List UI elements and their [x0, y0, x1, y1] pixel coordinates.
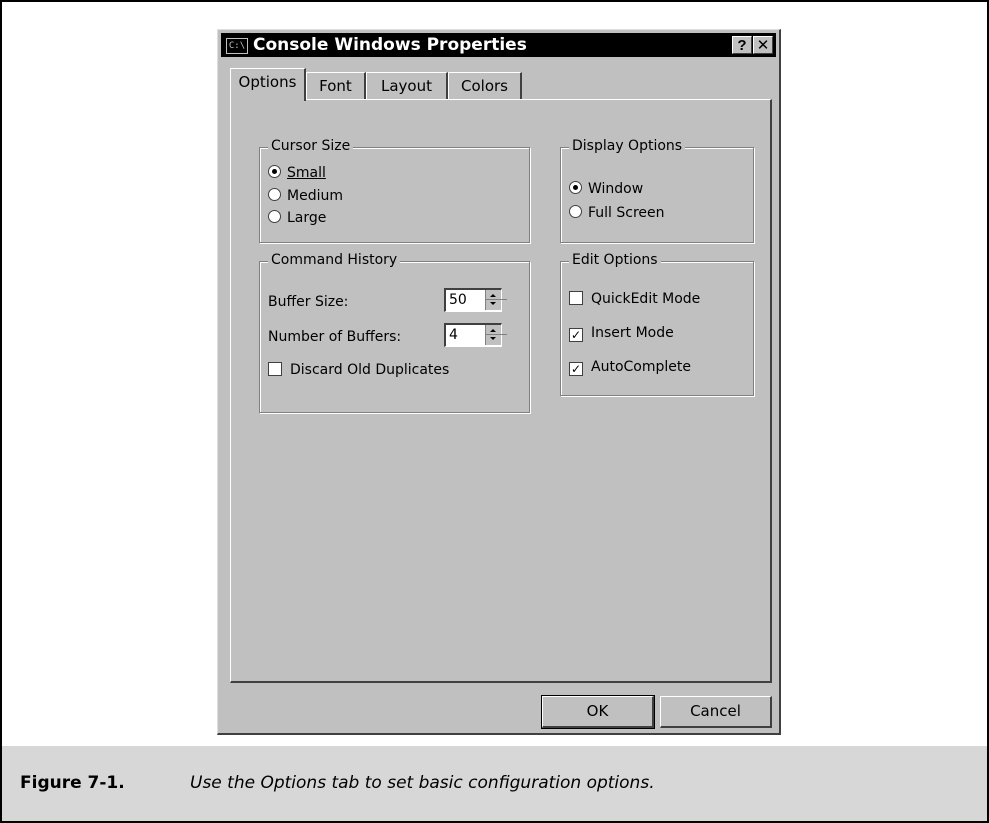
command-history-legend: Command History: [268, 252, 401, 268]
discard-duplicates-box[interactable]: [268, 362, 282, 376]
insert-mode-label: Insert Mode: [591, 325, 674, 341]
console-app-icon: C:\: [226, 38, 248, 54]
radio-window-label: Window: [588, 181, 644, 197]
radio-medium-label: Medium: [287, 188, 343, 204]
caption-bar: Figure 7-1. Use the Options tab to set ba…: [0, 746, 989, 823]
tab-options[interactable]: Options: [230, 68, 306, 101]
tab-font[interactable]: Font: [306, 72, 366, 99]
radio-medium-indicator[interactable]: [268, 188, 281, 201]
radio-small-indicator[interactable]: [268, 165, 281, 178]
autocomplete-checkbox[interactable]: ✓ AutoComplete: [569, 359, 691, 376]
title-bar: C:\ Console Windows Properties ? ✕: [221, 33, 776, 57]
command-history-group: Command History Buffer Size: 50 Number o…: [259, 252, 530, 413]
autocomplete-label: AutoComplete: [591, 359, 691, 375]
quickedit-label: QuickEdit Mode: [591, 291, 701, 307]
buffer-size-arrows[interactable]: [485, 290, 507, 310]
radio-large[interactable]: Large: [268, 210, 326, 226]
insert-mode-box[interactable]: ✓: [569, 328, 583, 342]
radio-window[interactable]: Window: [569, 181, 643, 197]
radio-medium[interactable]: Medium: [268, 188, 343, 204]
radio-full-screen-label: Full Screen: [588, 205, 665, 221]
cursor-size-group: Cursor Size Small Medium Large: [259, 138, 530, 243]
cursor-size-legend: Cursor Size: [268, 138, 354, 154]
num-buffers-value[interactable]: 4: [449, 327, 458, 343]
cancel-button[interactable]: Cancel: [660, 696, 772, 728]
discard-duplicates-checkbox[interactable]: Discard Old Duplicates: [268, 362, 449, 378]
radio-window-indicator[interactable]: [569, 181, 582, 194]
figure-frame: C:\ Console Windows Properties ? ✕ Optio…: [0, 0, 989, 748]
radio-large-indicator[interactable]: [268, 210, 281, 223]
num-buffers-label: Number of Buffers:: [268, 329, 402, 345]
num-buffers-arrows[interactable]: [485, 325, 507, 345]
edit-options-group: Edit Options QuickEdit Mode ✓ Insert Mode…: [560, 252, 754, 396]
num-buffers-spinner[interactable]: 4: [444, 323, 507, 347]
tab-colors[interactable]: Colors: [448, 72, 522, 99]
radio-full-screen-indicator[interactable]: [569, 205, 582, 218]
radio-small[interactable]: Small: [268, 165, 326, 181]
close-button[interactable]: ✕: [753, 36, 773, 54]
quickedit-box[interactable]: [569, 291, 583, 305]
dialog-title: Console Windows Properties: [253, 35, 527, 55]
ok-button[interactable]: OK: [541, 695, 655, 729]
properties-dialog: C:\ Console Windows Properties ? ✕ Optio…: [217, 29, 781, 735]
edit-options-legend: Edit Options: [569, 252, 661, 268]
buffer-size-spinner[interactable]: 50: [444, 288, 507, 312]
autocomplete-box[interactable]: ✓: [569, 362, 583, 376]
tab-layout[interactable]: Layout: [366, 72, 448, 99]
figure-number: Figure 7-1.: [20, 773, 125, 793]
radio-full-screen[interactable]: Full Screen: [569, 205, 665, 221]
insert-mode-checkbox[interactable]: ✓ Insert Mode: [569, 325, 674, 342]
buffer-size-label: Buffer Size:: [268, 294, 349, 310]
discard-duplicates-label: Discard Old Duplicates: [290, 362, 450, 378]
quickedit-checkbox[interactable]: QuickEdit Mode: [569, 291, 700, 307]
options-panel: Cursor Size Small Medium Large Display O…: [230, 99, 772, 683]
display-options-group: Display Options Window Full Screen: [560, 138, 754, 243]
help-button[interactable]: ?: [732, 36, 752, 54]
figure-caption-text: Use the Options tab to set basic configu…: [190, 773, 655, 793]
buffer-size-value[interactable]: 50: [449, 292, 467, 308]
display-options-legend: Display Options: [569, 138, 686, 154]
figure-caption: Figure 7-1. Use the Options tab to set ba…: [20, 772, 655, 794]
radio-large-label: Large: [287, 210, 327, 226]
radio-small-label: Small: [287, 165, 326, 181]
